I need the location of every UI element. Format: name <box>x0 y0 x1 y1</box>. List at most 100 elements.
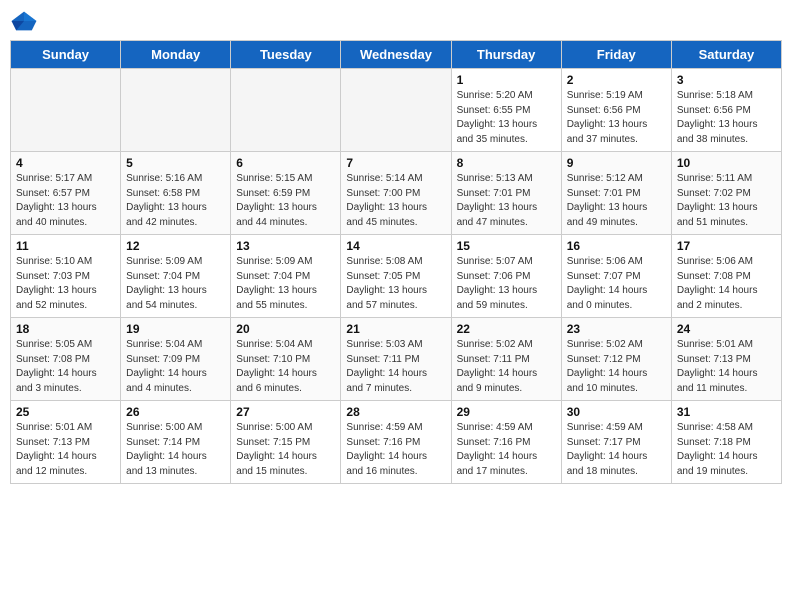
day-number: 25 <box>16 405 115 419</box>
cell-info: Sunrise: 5:18 AMSunset: 6:56 PMDaylight:… <box>677 89 776 147</box>
calendar-cell: 17 Sunrise: 5:06 AMSunset: 7:08 PMDayligh… <box>671 235 781 318</box>
calendar-cell: 15 Sunrise: 5:07 AMSunset: 7:06 PMDayligh… <box>451 235 561 318</box>
day-number: 30 <box>567 405 666 419</box>
cell-info: Sunrise: 5:03 AMSunset: 7:11 PMDaylight:… <box>346 338 445 396</box>
calendar-table: SundayMondayTuesdayWednesdayThursdayFrid… <box>10 40 782 484</box>
day-header-wednesday: Wednesday <box>341 41 451 69</box>
calendar-cell: 19 Sunrise: 5:04 AMSunset: 7:09 PMDayligh… <box>121 318 231 401</box>
cell-info: Sunrise: 5:04 AMSunset: 7:10 PMDaylight:… <box>236 338 335 396</box>
week-row-4: 18 Sunrise: 5:05 AMSunset: 7:08 PMDayligh… <box>11 318 782 401</box>
cell-info: Sunrise: 5:09 AMSunset: 7:04 PMDaylight:… <box>236 255 335 313</box>
calendar-cell <box>341 69 451 152</box>
day-number: 5 <box>126 156 225 170</box>
day-number: 8 <box>457 156 556 170</box>
calendar-cell <box>11 69 121 152</box>
calendar-cell: 23 Sunrise: 5:02 AMSunset: 7:12 PMDayligh… <box>561 318 671 401</box>
day-number: 16 <box>567 239 666 253</box>
cell-info: Sunrise: 4:59 AMSunset: 7:16 PMDaylight:… <box>457 421 556 479</box>
cell-info: Sunrise: 5:16 AMSunset: 6:58 PMDaylight:… <box>126 172 225 230</box>
day-header-saturday: Saturday <box>671 41 781 69</box>
day-number: 13 <box>236 239 335 253</box>
cell-info: Sunrise: 5:02 AMSunset: 7:12 PMDaylight:… <box>567 338 666 396</box>
day-number: 6 <box>236 156 335 170</box>
day-number: 22 <box>457 322 556 336</box>
calendar-cell: 27 Sunrise: 5:00 AMSunset: 7:15 PMDayligh… <box>231 401 341 484</box>
week-row-2: 4 Sunrise: 5:17 AMSunset: 6:57 PMDaylight… <box>11 152 782 235</box>
logo <box>10 10 42 32</box>
day-number: 18 <box>16 322 115 336</box>
day-number: 21 <box>346 322 445 336</box>
cell-info: Sunrise: 5:14 AMSunset: 7:00 PMDaylight:… <box>346 172 445 230</box>
cell-info: Sunrise: 5:05 AMSunset: 7:08 PMDaylight:… <box>16 338 115 396</box>
calendar-cell: 8 Sunrise: 5:13 AMSunset: 7:01 PMDaylight… <box>451 152 561 235</box>
day-number: 27 <box>236 405 335 419</box>
calendar-cell: 28 Sunrise: 4:59 AMSunset: 7:16 PMDayligh… <box>341 401 451 484</box>
cell-info: Sunrise: 5:12 AMSunset: 7:01 PMDaylight:… <box>567 172 666 230</box>
day-number: 11 <box>16 239 115 253</box>
calendar-cell: 11 Sunrise: 5:10 AMSunset: 7:03 PMDayligh… <box>11 235 121 318</box>
cell-info: Sunrise: 5:17 AMSunset: 6:57 PMDaylight:… <box>16 172 115 230</box>
day-number: 10 <box>677 156 776 170</box>
day-number: 31 <box>677 405 776 419</box>
day-number: 2 <box>567 73 666 87</box>
week-row-1: 1 Sunrise: 5:20 AMSunset: 6:55 PMDaylight… <box>11 69 782 152</box>
cell-info: Sunrise: 5:11 AMSunset: 7:02 PMDaylight:… <box>677 172 776 230</box>
calendar-cell: 13 Sunrise: 5:09 AMSunset: 7:04 PMDayligh… <box>231 235 341 318</box>
day-number: 17 <box>677 239 776 253</box>
calendar-cell: 22Sunrise: 5:02 AMSunset: 7:11 PMDayligh… <box>451 318 561 401</box>
cell-info: Sunrise: 4:58 AMSunset: 7:18 PMDaylight:… <box>677 421 776 479</box>
calendar-cell: 6 Sunrise: 5:15 AMSunset: 6:59 PMDaylight… <box>231 152 341 235</box>
day-number: 9 <box>567 156 666 170</box>
calendar-cell: 14Sunrise: 5:08 AMSunset: 7:05 PMDayligh… <box>341 235 451 318</box>
cell-info: Sunrise: 5:15 AMSunset: 6:59 PMDaylight:… <box>236 172 335 230</box>
cell-info: Sunrise: 5:20 AMSunset: 6:55 PMDaylight:… <box>457 89 556 147</box>
cell-info: Sunrise: 5:19 AMSunset: 6:56 PMDaylight:… <box>567 89 666 147</box>
cell-info: Sunrise: 5:10 AMSunset: 7:03 PMDaylight:… <box>16 255 115 313</box>
day-number: 24 <box>677 322 776 336</box>
day-number: 26 <box>126 405 225 419</box>
cell-info: Sunrise: 4:59 AMSunset: 7:16 PMDaylight:… <box>346 421 445 479</box>
day-number: 15 <box>457 239 556 253</box>
cell-info: Sunrise: 5:04 AMSunset: 7:09 PMDaylight:… <box>126 338 225 396</box>
calendar-cell: 9 Sunrise: 5:12 AMSunset: 7:01 PMDaylight… <box>561 152 671 235</box>
cell-info: Sunrise: 5:06 AMSunset: 7:08 PMDaylight:… <box>677 255 776 313</box>
cell-info: Sunrise: 5:13 AMSunset: 7:01 PMDaylight:… <box>457 172 556 230</box>
day-number: 4 <box>16 156 115 170</box>
cell-info: Sunrise: 5:06 AMSunset: 7:07 PMDaylight:… <box>567 255 666 313</box>
calendar-cell: 16 Sunrise: 5:06 AMSunset: 7:07 PMDayligh… <box>561 235 671 318</box>
calendar-cell <box>231 69 341 152</box>
day-number: 1 <box>457 73 556 87</box>
calendar-cell: 25 Sunrise: 5:01 AMSunset: 7:13 PMDayligh… <box>11 401 121 484</box>
day-number: 23 <box>567 322 666 336</box>
calendar-cell: 30 Sunrise: 4:59 AMSunset: 7:17 PMDayligh… <box>561 401 671 484</box>
week-row-5: 25 Sunrise: 5:01 AMSunset: 7:13 PMDayligh… <box>11 401 782 484</box>
day-number: 28 <box>346 405 445 419</box>
week-row-3: 11 Sunrise: 5:10 AMSunset: 7:03 PMDayligh… <box>11 235 782 318</box>
logo-icon <box>10 10 38 32</box>
calendar-cell: 31 Sunrise: 4:58 AMSunset: 7:18 PMDayligh… <box>671 401 781 484</box>
day-header-monday: Monday <box>121 41 231 69</box>
day-number: 19 <box>126 322 225 336</box>
page-header <box>10 10 782 32</box>
calendar-cell: 2 Sunrise: 5:19 AMSunset: 6:56 PMDaylight… <box>561 69 671 152</box>
calendar-cell: 24Sunrise: 5:01 AMSunset: 7:13 PMDayligh… <box>671 318 781 401</box>
cell-info: Sunrise: 4:59 AMSunset: 7:17 PMDaylight:… <box>567 421 666 479</box>
calendar-cell: 29 Sunrise: 4:59 AMSunset: 7:16 PMDayligh… <box>451 401 561 484</box>
calendar-cell: 21 Sunrise: 5:03 AMSunset: 7:11 PMDayligh… <box>341 318 451 401</box>
calendar-cell: 26 Sunrise: 5:00 AMSunset: 7:14 PMDayligh… <box>121 401 231 484</box>
calendar-cell: 3 Sunrise: 5:18 AMSunset: 6:56 PMDaylight… <box>671 69 781 152</box>
day-number: 20 <box>236 322 335 336</box>
cell-info: Sunrise: 5:07 AMSunset: 7:06 PMDaylight:… <box>457 255 556 313</box>
cell-info: Sunrise: 5:08 AMSunset: 7:05 PMDaylight:… <box>346 255 445 313</box>
day-number: 3 <box>677 73 776 87</box>
cell-info: Sunrise: 5:01 AMSunset: 7:13 PMDaylight:… <box>16 421 115 479</box>
cell-info: Sunrise: 5:00 AMSunset: 7:15 PMDaylight:… <box>236 421 335 479</box>
calendar-cell: 20 Sunrise: 5:04 AMSunset: 7:10 PMDayligh… <box>231 318 341 401</box>
day-number: 12 <box>126 239 225 253</box>
day-header-sunday: Sunday <box>11 41 121 69</box>
day-number: 29 <box>457 405 556 419</box>
cell-info: Sunrise: 5:00 AMSunset: 7:14 PMDaylight:… <box>126 421 225 479</box>
calendar-cell: 4 Sunrise: 5:17 AMSunset: 6:57 PMDaylight… <box>11 152 121 235</box>
cell-info: Sunrise: 5:09 AMSunset: 7:04 PMDaylight:… <box>126 255 225 313</box>
day-header-thursday: Thursday <box>451 41 561 69</box>
